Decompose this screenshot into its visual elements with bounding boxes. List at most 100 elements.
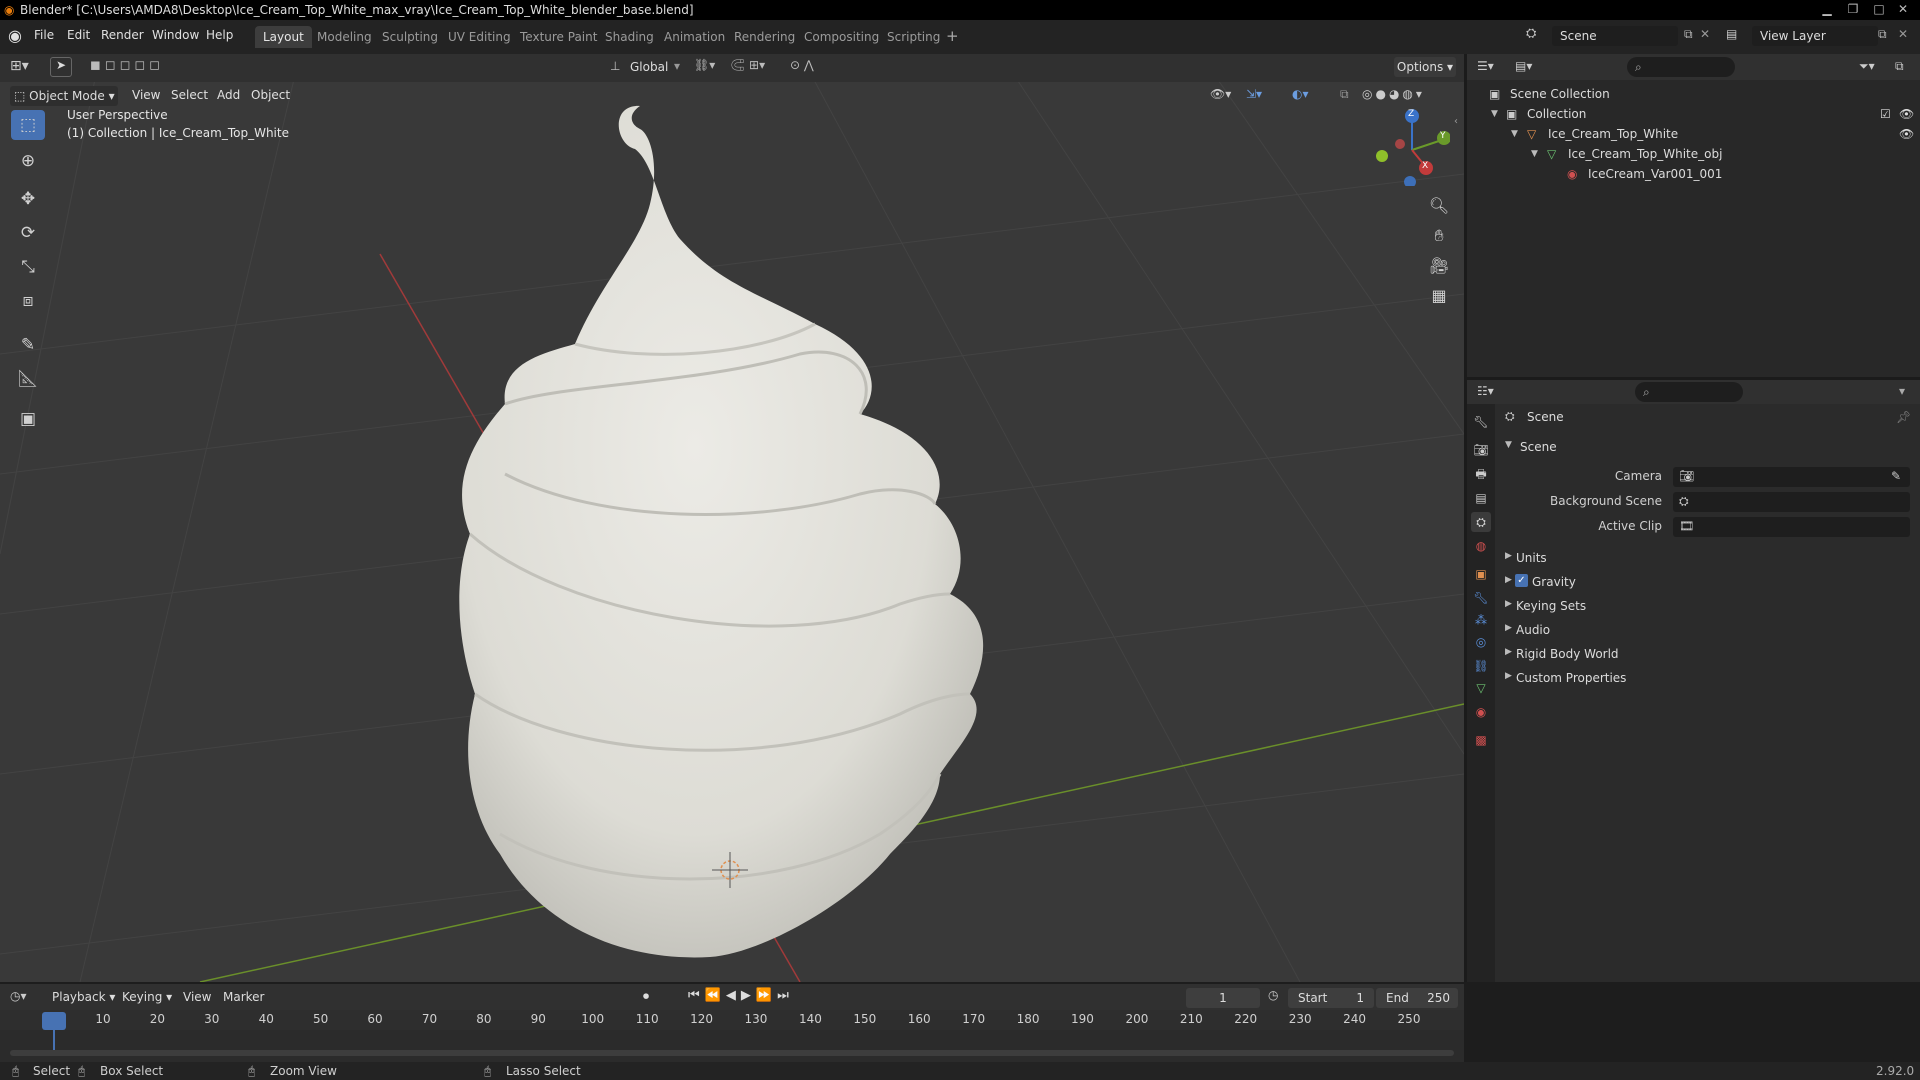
scene-tab-icon[interactable]: ⛭ <box>1471 512 1491 532</box>
viewport-menu-add[interactable]: Add <box>217 88 240 102</box>
mode-selector[interactable]: ⬚ Object Mode ▾ <box>10 86 118 106</box>
data-tab-icon[interactable]: ▽ <box>1471 678 1491 698</box>
expand-arrow-icon[interactable]: ▼ <box>1505 440 1512 450</box>
gizmo-toggle-icon[interactable]: ⇲▾ <box>1246 87 1262 101</box>
select-mode-icon[interactable]: ➤ <box>50 57 72 77</box>
timeline-menu-marker[interactable]: Marker <box>223 990 264 1004</box>
camera-view-icon[interactable]: 🎥︎ <box>1425 252 1453 280</box>
output-tab-icon[interactable]: 🖶︎ <box>1471 464 1491 484</box>
render-tab-icon[interactable]: 📷︎ <box>1471 440 1491 460</box>
collapse-arrow-icon[interactable]: ▶ <box>1505 671 1512 681</box>
outliner-row-object[interactable]: ▼ ▽ Ice_Cream_Top_White 👁︎ <box>1467 124 1920 144</box>
collapse-arrow-icon[interactable]: ▶ <box>1505 623 1512 633</box>
chevron-down-icon[interactable]: ▾ <box>674 59 680 73</box>
pivot-point-icon[interactable]: ⛓▾ <box>694 58 715 72</box>
scene-field[interactable]: Scene <box>1552 26 1678 46</box>
outliner-row-collection[interactable]: ▼ ▣ Collection ☑ 👁︎ <box>1467 104 1920 124</box>
tool-tab-icon[interactable]: 🔧︎ <box>1471 412 1491 432</box>
overlay-toggle-icon[interactable]: ◐▾ <box>1292 87 1309 101</box>
collapse-arrow-icon[interactable]: ▶ <box>1505 551 1512 561</box>
texture-tab-icon[interactable]: ▩ <box>1471 730 1491 750</box>
measure-tool-icon[interactable]: 📐︎ <box>11 364 45 394</box>
timeline-menu-keying[interactable]: Keying ▾ <box>122 990 172 1004</box>
collapse-arrow-icon[interactable]: ▶ <box>1505 575 1512 585</box>
perspective-grid-icon[interactable]: ▦ <box>1425 282 1453 310</box>
menu-file[interactable]: File <box>34 28 54 42</box>
collapse-arrow-icon[interactable]: ▶ <box>1505 647 1512 657</box>
view-layer-field[interactable]: View Layer <box>1752 26 1878 46</box>
object-tab-icon[interactable]: ▣ <box>1471 564 1491 584</box>
timeline-scrollbar[interactable] <box>10 1050 1454 1056</box>
timeline-menu-view[interactable]: View <box>183 990 211 1004</box>
section-gravity[interactable]: Gravity <box>1532 575 1576 589</box>
record-icon[interactable]: ⏺ <box>643 989 649 1004</box>
modifier-tab-icon[interactable]: 🔧︎ <box>1471 588 1491 608</box>
zoom-icon[interactable]: 🔍︎ <box>1425 192 1453 220</box>
playback-controls-icon[interactable]: ⏮⏪◀▶⏩⏭ <box>688 988 794 1003</box>
section-units[interactable]: Units <box>1516 551 1547 565</box>
tab-scripting[interactable]: Scripting <box>879 26 948 48</box>
material-tab-icon[interactable]: ◉ <box>1471 702 1491 722</box>
xray-icon[interactable]: ⧉ <box>1340 87 1349 102</box>
new-scene-icon[interactable]: ⧉ <box>1684 27 1693 42</box>
section-keying-sets[interactable]: Keying Sets <box>1516 599 1586 613</box>
active-clip-field[interactable]: 🎞︎ <box>1673 517 1910 537</box>
view-layer-tab-icon[interactable]: ▤ <box>1471 488 1491 508</box>
viewport-menu-view[interactable]: View <box>132 88 160 102</box>
editor-type-icon[interactable]: ⊞▾ <box>10 58 29 74</box>
clock-editor-icon[interactable]: ◷▾ <box>10 989 27 1003</box>
tab-rendering[interactable]: Rendering <box>726 26 803 48</box>
menu-window[interactable]: Window <box>152 28 199 42</box>
outliner-editor-icon[interactable]: ☰▾ <box>1477 59 1494 73</box>
shading-modes-icon[interactable]: ◎●◕◍▾ <box>1362 87 1425 101</box>
collapse-arrow-icon[interactable]: ▶ <box>1505 599 1512 609</box>
start-frame-field[interactable]: Start 1 <box>1288 988 1374 1008</box>
section-audio[interactable]: Audio <box>1516 623 1550 637</box>
transform-orientation[interactable]: Global <box>630 60 668 74</box>
current-frame-field[interactable]: 1 <box>1186 988 1260 1008</box>
outliner-search-input[interactable]: ⌕ <box>1627 57 1735 77</box>
proportional-edit-icon[interactable]: ⊙ ⋀ <box>790 58 814 72</box>
clock-icon[interactable]: ◷ <box>1268 988 1278 1002</box>
eyedropper-icon[interactable]: ✎ <box>1891 469 1901 483</box>
background-scene-field[interactable]: ⛭ <box>1673 492 1910 512</box>
menu-edit[interactable]: Edit <box>67 28 90 42</box>
chevron-down-icon[interactable]: ▾ <box>1899 384 1905 398</box>
filter-icon[interactable]: ⏷▾ <box>1859 59 1875 74</box>
physics-tab-icon[interactable]: ◎ <box>1471 632 1491 652</box>
particles-tab-icon[interactable]: ⁂ <box>1471 610 1491 630</box>
end-frame-field[interactable]: End 250 <box>1376 988 1458 1008</box>
maximize-icon[interactable]: □ <box>1868 0 1890 18</box>
delete-scene-icon[interactable]: ✕ <box>1700 27 1710 41</box>
tab-compositing[interactable]: Compositing <box>796 26 887 48</box>
close-icon[interactable]: ✕ <box>1892 0 1914 18</box>
expand-arrow-icon[interactable]: ▼ <box>1531 144 1538 164</box>
menu-render[interactable]: Render <box>101 28 144 42</box>
outliner-row-scene-collection[interactable]: ▣ Scene Collection <box>1467 84 1920 104</box>
tab-animation[interactable]: Animation <box>656 26 733 48</box>
scene-icon[interactable]: ⛭ <box>1526 26 1536 41</box>
add-workspace-icon[interactable]: + <box>946 27 959 45</box>
outliner-row-mesh[interactable]: ▼ ▽ Ice_Cream_Top_White_obj <box>1467 144 1920 164</box>
section-custom-properties[interactable]: Custom Properties <box>1516 671 1626 685</box>
display-mode-icon[interactable]: ▤▾ <box>1515 59 1532 73</box>
select-tool-icon[interactable]: ⬚ <box>11 110 45 140</box>
properties-search-input[interactable]: ⌕ <box>1635 382 1743 402</box>
tab-uv-editing[interactable]: UV Editing <box>440 26 519 48</box>
options-dropdown[interactable]: Options ▾ <box>1394 57 1456 77</box>
scale-tool-icon[interactable]: ⤡ <box>11 252 45 282</box>
cursor-tool-icon[interactable]: ⊕ <box>11 146 45 176</box>
properties-editor-icon[interactable]: ☷▾ <box>1477 384 1494 398</box>
view-layer-icon[interactable]: ▤ <box>1726 27 1737 41</box>
new-view-layer-icon[interactable]: ⧉ <box>1878 27 1887 42</box>
eye-icon[interactable]: 👁︎ <box>1899 104 1914 124</box>
rotate-tool-icon[interactable]: ⟳ <box>11 218 45 248</box>
constraints-tab-icon[interactable]: ⛓ <box>1471 656 1491 676</box>
3d-viewport[interactable]: User Perspective (1) Collection | Ice_Cr… <box>0 54 1464 982</box>
tab-sculpting[interactable]: Sculpting <box>374 26 446 48</box>
snap-icon[interactable]: 🧲︎ ⊞▾ <box>730 58 765 72</box>
visibility-icon[interactable]: 👁︎▾ <box>1210 87 1231 101</box>
minimize-icon[interactable]: ▁ <box>1816 0 1838 18</box>
new-collection-icon[interactable]: ⧉ <box>1895 59 1904 74</box>
navigation-gizmo[interactable]: Z Y X <box>1370 106 1451 188</box>
